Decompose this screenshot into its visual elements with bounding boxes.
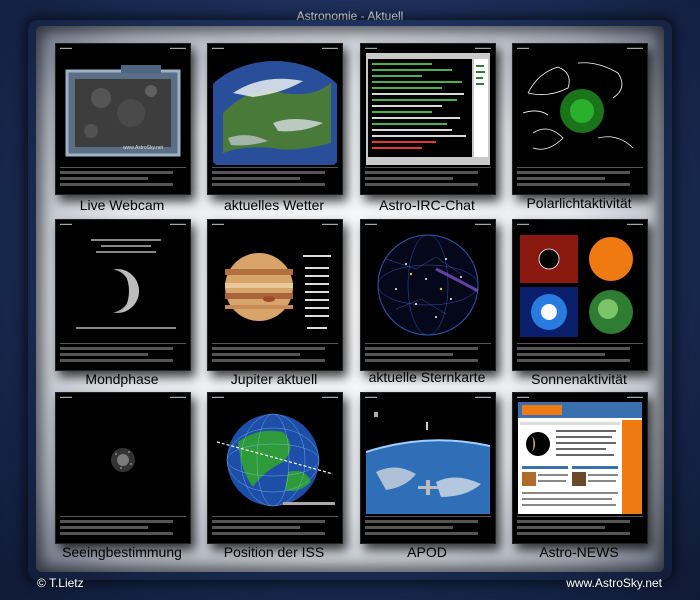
label-sun-activity[interactable]: Sonnenaktivität xyxy=(499,371,659,387)
tile-sun-activity[interactable]: ▬▬▬ ▬▬▬▬ xyxy=(512,219,648,371)
tile-live-webcam[interactable]: ▬▬▬ ▬▬▬▬ www.AstroSky.net xyxy=(55,43,191,195)
news-page-icon xyxy=(518,402,642,514)
tile-aurora[interactable]: ▬▬▬ ▬▬▬▬ xyxy=(512,43,648,195)
label-iss-position[interactable]: Position der ISS xyxy=(194,544,354,560)
jupiter-icon xyxy=(213,229,337,341)
iss-globe-icon xyxy=(213,402,337,514)
tile-jupiter[interactable]: ▬▬▬ ▬▬▬▬ xyxy=(207,219,343,371)
earth-weather-icon xyxy=(213,53,337,165)
label-live-webcam[interactable]: Live Webcam xyxy=(42,197,202,213)
tile-seeing[interactable]: ▬▬▬ ▬▬▬▬ xyxy=(55,392,191,544)
sun-activity-icon xyxy=(518,229,642,341)
label-irc-chat[interactable]: Astro-IRC-Chat xyxy=(347,197,507,213)
label-star-chart[interactable]: aktuelle Sternkarte xyxy=(347,369,507,385)
tile-weather[interactable]: ▬▬▬ ▬▬▬▬ xyxy=(207,43,343,195)
label-moon-phase[interactable]: Mondphase xyxy=(42,371,202,387)
tile-star-chart[interactable]: ▬▬▬ ▬▬▬▬ xyxy=(360,219,496,371)
tile-moon-phase[interactable]: ▬▬▬ ▬▬▬▬ xyxy=(55,219,191,371)
tile-irc-chat[interactable]: ▬▬▬ ▬▬▬▬ xyxy=(360,43,496,195)
label-jupiter[interactable]: Jupiter aktuell xyxy=(194,371,354,387)
label-astro-news[interactable]: Astro-NEWS xyxy=(499,544,659,560)
label-seeing[interactable]: Seeingbestimmung xyxy=(42,544,202,560)
label-aurora[interactable]: Polarlichtaktivität xyxy=(499,195,659,211)
moon-webcam-icon: www.AstroSky.net xyxy=(61,53,185,165)
tile-astro-news[interactable]: ▬▬▬ ▬▬▬▬ xyxy=(512,392,648,544)
chat-window-icon xyxy=(366,53,490,165)
label-apod[interactable]: APOD xyxy=(347,544,507,560)
moon-phase-icon xyxy=(61,229,185,341)
earth-orbit-photo-icon xyxy=(366,402,490,514)
aurora-map-icon xyxy=(518,53,642,165)
copyright: © T.Lietz xyxy=(37,576,84,590)
page-title: Astronomie - Aktuell xyxy=(296,9,404,23)
label-weather[interactable]: aktuelles Wetter xyxy=(194,197,354,213)
tile-iss-position[interactable]: ▬▬▬ ▬▬▬▬ xyxy=(207,392,343,544)
webcam-watermark: www.AstroSky.net xyxy=(123,145,163,151)
seeing-star-icon xyxy=(61,402,185,514)
site-link[interactable]: www.AstroSky.net xyxy=(566,576,662,590)
star-chart-icon xyxy=(366,229,490,341)
tile-apod[interactable]: ▬▬▬ ▬▬▬▬ xyxy=(360,392,496,544)
